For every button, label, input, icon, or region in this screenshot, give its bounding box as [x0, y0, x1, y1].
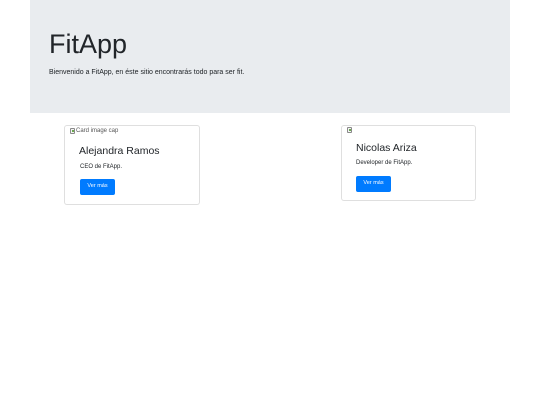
- ver-mas-button[interactable]: Ver más: [80, 179, 115, 195]
- ver-mas-button[interactable]: Ver más: [356, 176, 391, 192]
- card-text: Developer de FitApp.: [356, 160, 413, 166]
- page-subtitle: Bienvenido a FitApp, en éste sitio encon…: [49, 69, 245, 76]
- jumbotron-header: FitApp Bienvenido a FitApp, en éste siti…: [30, 0, 510, 113]
- page-title: FitApp: [49, 29, 128, 59]
- broken-image-icon: [347, 127, 352, 133]
- profile-card-alejandra: Card image cap Alejandra Ramos CEO de Fi…: [64, 125, 200, 205]
- card-text: CEO de FitApp.: [80, 164, 123, 170]
- card-image: Card image cap: [70, 128, 118, 134]
- card-image-alt-text: Card image cap: [76, 128, 119, 134]
- profile-card-nicolas: Nicolas Ariza Developer de FitApp. Ver m…: [341, 125, 476, 201]
- card-image: [347, 127, 353, 133]
- broken-image-icon: [70, 128, 75, 134]
- card-title: Nicolas Ariza: [356, 142, 417, 154]
- card-title: Alejandra Ramos: [79, 145, 160, 157]
